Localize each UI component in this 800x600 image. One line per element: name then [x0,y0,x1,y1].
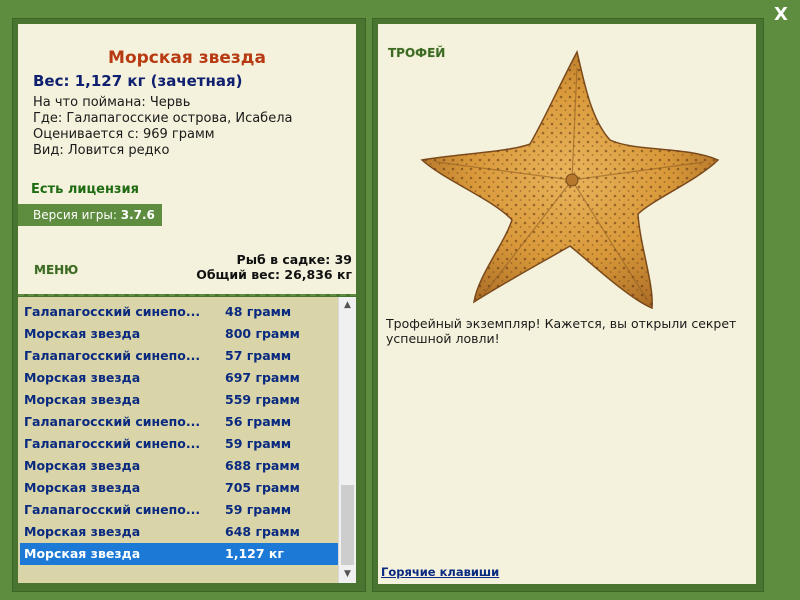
starfish-image [420,49,720,310]
list-item-weight: 697 грамм [225,370,300,385]
list-item[interactable]: Галапагосский синепо... 57 грамм [20,345,338,367]
list-item-weight: 59 грамм [225,502,292,517]
fish-location: Где: Галапагосские острова, Исабела [33,111,293,126]
fish-count: Рыб в садке: 39 [236,252,352,267]
hotkeys-link[interactable]: Горячие клавиши [381,565,499,579]
catch-list-panel: Галапагосский синепо... 48 грамм Морская з… [18,297,356,583]
list-item-name: Морская звезда [24,546,141,561]
list-item-name: Галапагосский синепо... [24,304,201,319]
list-item[interactable]: Галапагосский синепо... 59 грамм [20,499,338,521]
menu-button[interactable]: МЕНЮ [34,263,78,277]
trophy-message: Трофейный экземпляр! Кажется, вы открыли… [386,316,737,346]
fish-title: Морская звезда [108,48,266,68]
total-weight: Общий вес: 26,836 кг [196,267,352,282]
list-item[interactable]: Морская звезда 800 грамм [20,323,338,345]
list-item-weight: 57 грамм [225,348,292,363]
list-item-weight: 648 грамм [225,524,300,539]
list-item[interactable]: Морская звезда 688 грамм [20,455,338,477]
list-item[interactable]: Морская звезда 697 грамм [20,367,338,389]
list-item-weight: 59 грамм [225,436,292,451]
list-item-weight: 705 грамм [225,480,300,495]
fish-weight: Вес: 1,127 кг (зачетная) [33,72,243,90]
list-item[interactable]: Морская звезда 559 грамм [20,389,338,411]
list-item[interactable]: Морская звезда 1,127 кг [20,543,338,565]
list-item-weight: 56 грамм [225,414,292,429]
fish-bait: На что поймана: Червь [33,95,191,110]
list-item-name: Галапагосский синепо... [24,414,201,429]
version-label: Версия игры: [33,208,117,222]
list-item-name: Морская звезда [24,326,141,341]
trophy-panel: ТРОФЕЙ Трофейный экземпляр! Кажется, вы … [378,24,756,584]
list-item[interactable]: Морская звезда 648 грамм [20,521,338,543]
fish-info-panel: Морская звезда Вес: 1,127 кг (зачетная) … [18,24,356,294]
scroll-thumb[interactable] [341,485,354,565]
list-item-weight: 559 грамм [225,392,300,407]
fish-rated-from: Оценивается с: 969 грамм [33,127,215,142]
catch-stats: Рыб в садке: 39 Общий вес: 26,836 кг [196,252,352,282]
list-item-name: Морская звезда [24,370,141,385]
list-item-weight: 1,127 кг [225,546,284,561]
list-item-weight: 800 грамм [225,326,300,341]
list-item-name: Морская звезда [24,458,141,473]
list-scrollbar[interactable]: ▲ ▼ [338,297,356,583]
divider [18,294,356,296]
list-item[interactable]: Галапагосский синепо... 59 грамм [20,433,338,455]
game-window: X Морская звезда Вес: 1,127 кг (зачетная… [0,0,800,600]
list-item-weight: 48 грамм [225,304,292,319]
close-button[interactable]: X [770,4,792,26]
list-item-name: Морская звезда [24,480,141,495]
list-item-name: Галапагосский синепо... [24,348,201,363]
list-item[interactable]: Галапагосский синепо... 56 грамм [20,411,338,433]
list-item-name: Морская звезда [24,524,141,539]
catch-list: Галапагосский синепо... 48 грамм Морская з… [20,301,338,565]
version-value: 3.7.6 [120,208,155,222]
version-bar: Версия игры: 3.7.6 [18,204,162,226]
fish-rarity: Вид: Ловится редко [33,143,170,158]
list-item-weight: 688 грамм [225,458,300,473]
list-item[interactable]: Галапагосский синепо... 48 грамм [20,301,338,323]
list-item-name: Морская звезда [24,392,141,407]
list-item[interactable]: Морская звезда 705 грамм [20,477,338,499]
list-item-name: Галапагосский синепо... [24,502,201,517]
license-status: Есть лицензия [31,182,139,197]
list-item-name: Галапагосский синепо... [24,436,201,451]
scroll-up-icon[interactable]: ▲ [339,297,356,314]
scroll-down-icon[interactable]: ▼ [339,566,356,583]
